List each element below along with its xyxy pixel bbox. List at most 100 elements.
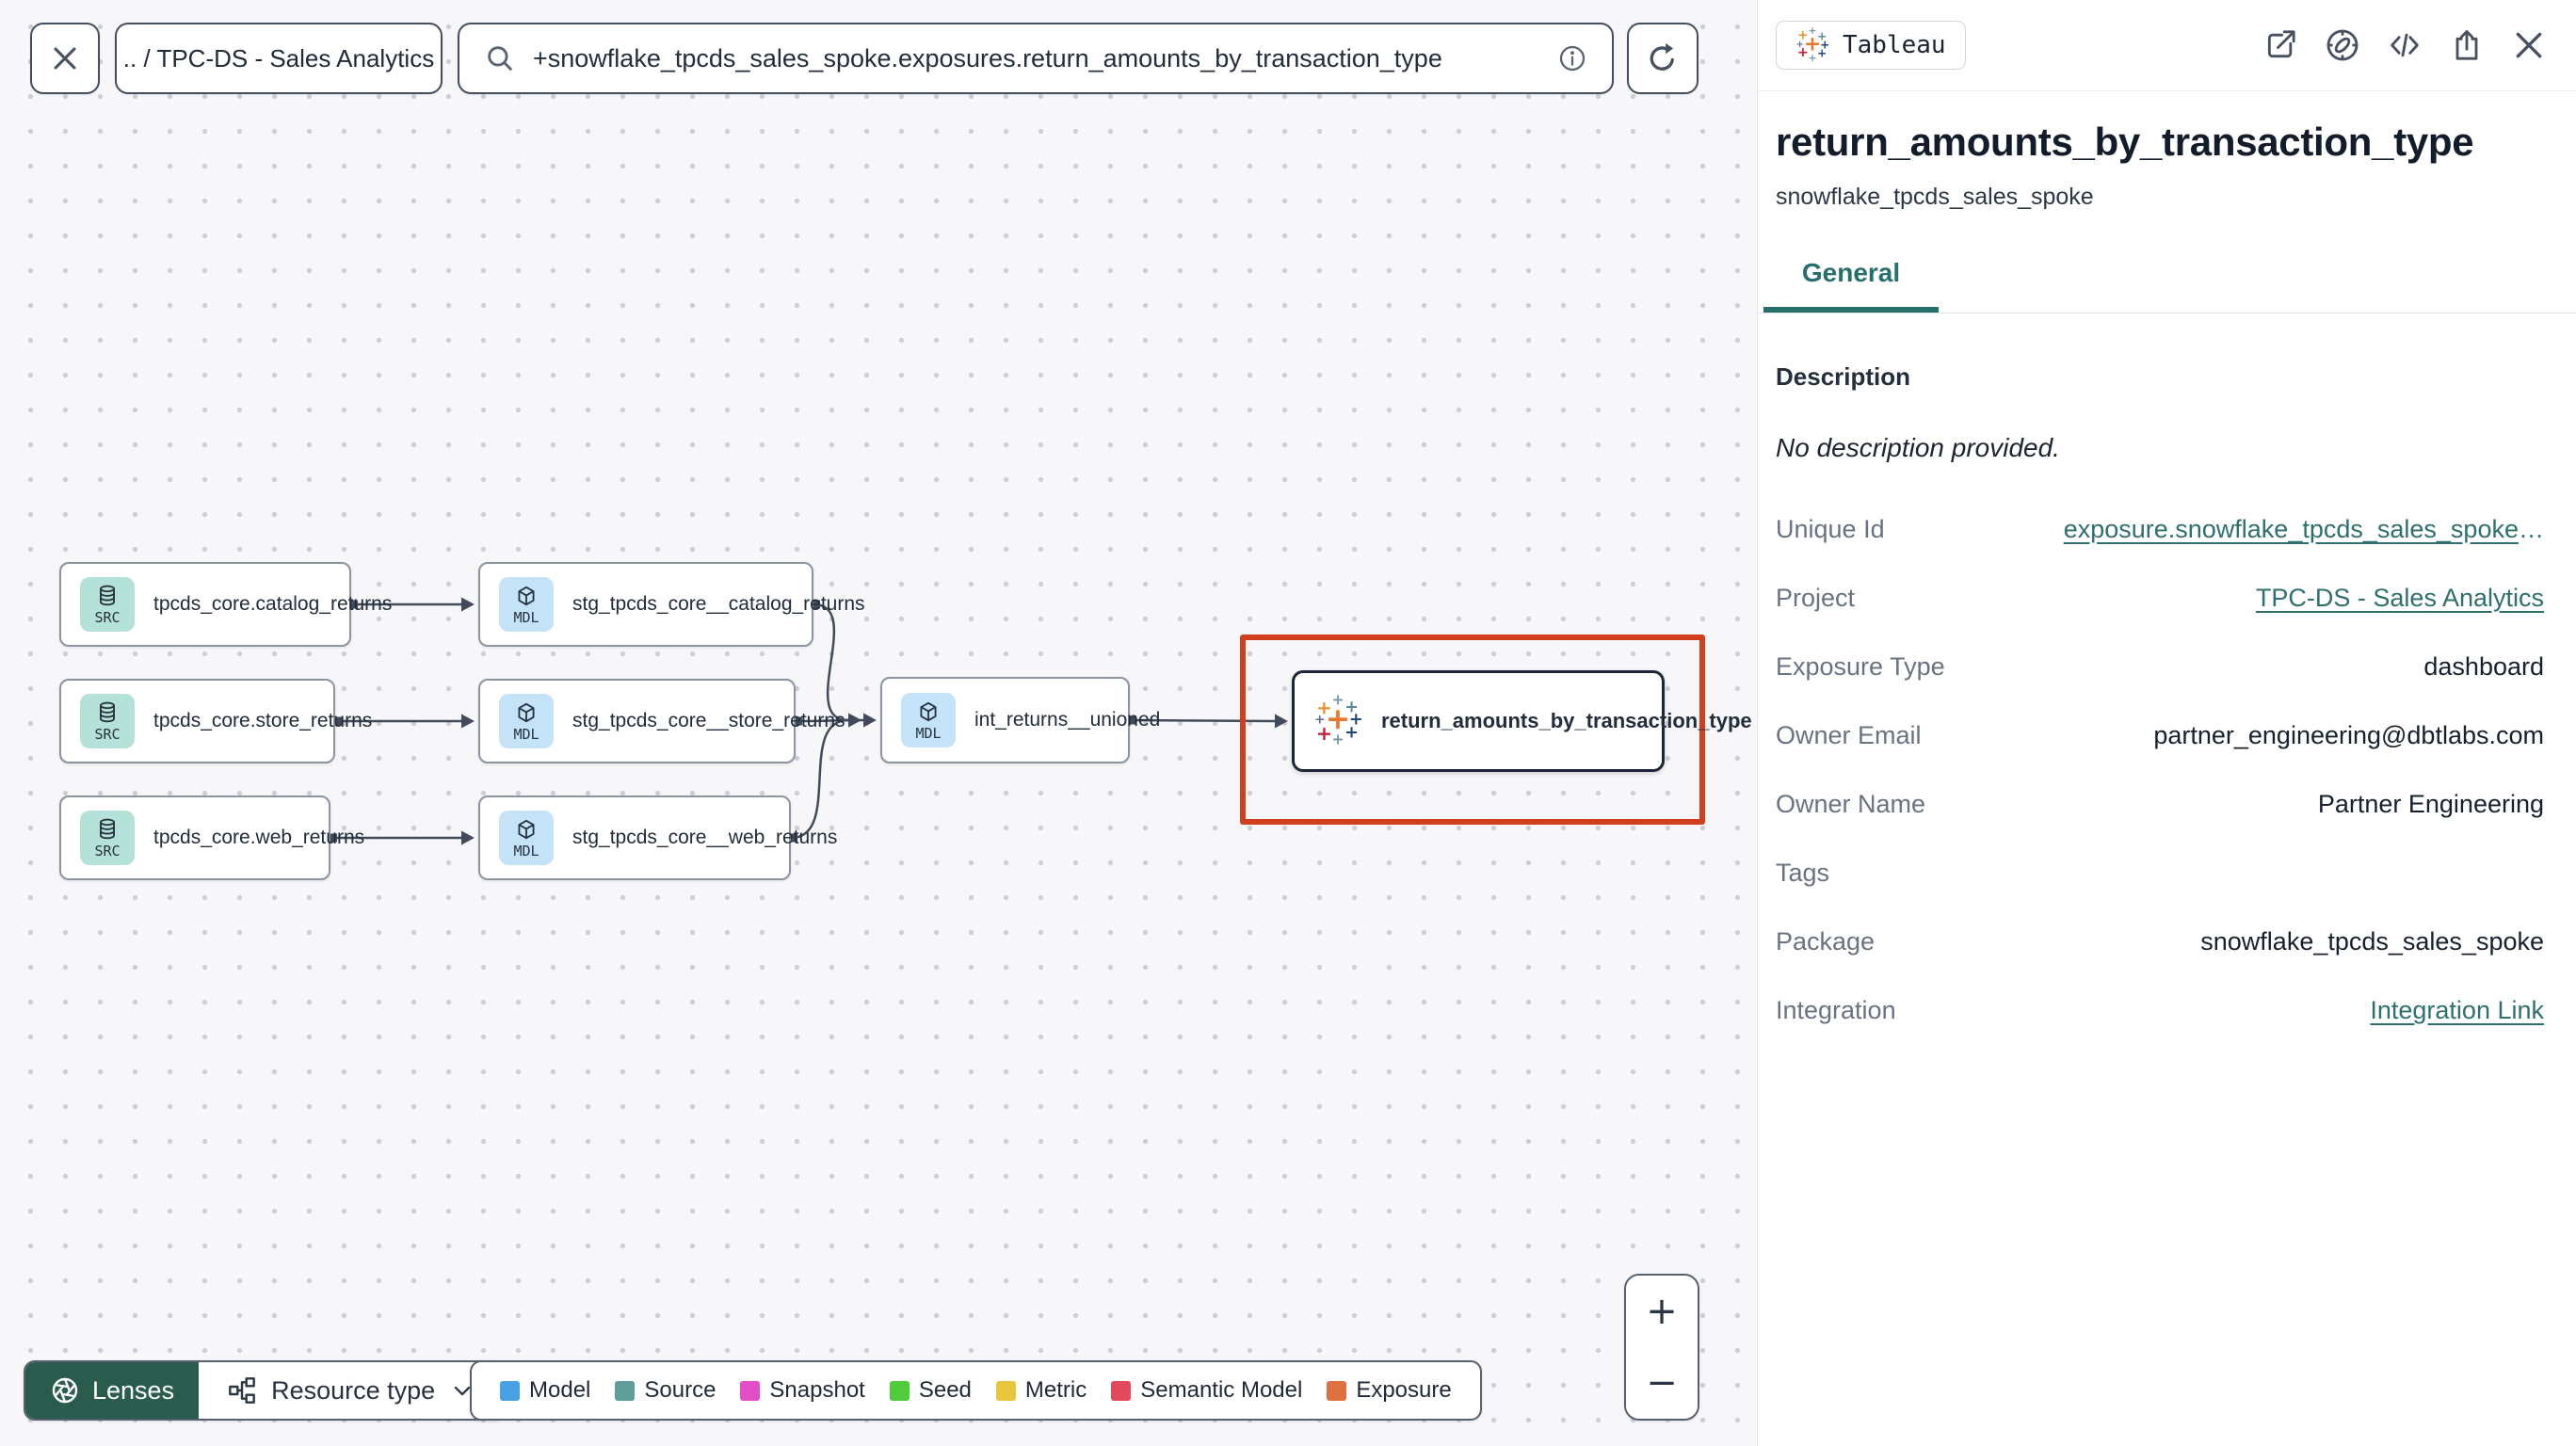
- dbt-explorer-app: SRC tpcds_core.catalog_returns SRC tpcds_co…: [0, 0, 2576, 1446]
- zoom-out-button[interactable]: −: [1626, 1347, 1698, 1419]
- source-badge-icon: SRC: [80, 577, 135, 632]
- integration-badge[interactable]: + + + + + + + + + Tableau: [1776, 21, 1966, 70]
- refresh-lineage-button[interactable]: [1627, 23, 1699, 94]
- field-row-exposure-type: Exposure Type dashboard: [1776, 633, 2544, 701]
- model-badge-icon: MDL: [901, 693, 956, 747]
- refresh-icon: [1650, 42, 1674, 71]
- field-value: snowflake_tpcds_sales_spoke: [2200, 927, 2544, 956]
- field-value-link[interactable]: TPC-DS - Sales Analytics: [2256, 584, 2544, 613]
- lineage-node-stg_catalog[interactable]: MDL stg_tpcds_core__catalog_returns: [478, 562, 865, 647]
- field-label: Project: [1776, 584, 1856, 612]
- resource-type-label: Resource type: [271, 1375, 436, 1405]
- field-value-link[interactable]: exposure.snowflake_tpcds_sales_spoke: [2064, 515, 2519, 543]
- zoom-control: + −: [1624, 1274, 1699, 1421]
- field-label: Exposure Type: [1776, 652, 1945, 681]
- legend-item-semantic-model: Semantic Model: [1111, 1377, 1302, 1404]
- lineage-node-src_catalog[interactable]: SRC tpcds_core.catalog_returns: [59, 562, 392, 647]
- field-label: Package: [1776, 927, 1876, 956]
- close-icon: [2516, 32, 2542, 58]
- lineage-node-stg_web[interactable]: MDL stg_tpcds_core__web_returns: [478, 795, 837, 880]
- lineage-node-src_web[interactable]: SRC tpcds_core.web_returns: [59, 795, 364, 880]
- lenses-label: Lenses: [92, 1375, 175, 1405]
- package-subtitle: snowflake_tpcds_sales_spoke: [1776, 184, 2094, 210]
- resource-type-dropdown[interactable]: Resource type: [199, 1362, 505, 1419]
- field-value-link[interactable]: Integration Link: [2370, 996, 2544, 1025]
- legend-label: Exposure: [1356, 1377, 1452, 1403]
- legend-item-source: Source: [615, 1377, 716, 1404]
- lineage-node-exposure[interactable]: + + + + + + + + + return_amounts_by_transaction_t…: [1292, 670, 1752, 772]
- field-value: dashboard: [2423, 652, 2544, 681]
- close-panel-button[interactable]: [2510, 26, 2548, 64]
- legend-label: Model: [529, 1377, 591, 1403]
- lineage-node-src_store[interactable]: SRC tpcds_core.store_returns: [59, 679, 372, 763]
- fields-list: Unique Id exposure.snowflake_tpcds_sales_…: [1776, 495, 2544, 1045]
- source-badge-icon: SRC: [80, 694, 135, 748]
- compass-icon: [2326, 29, 2359, 61]
- legend-item-exposure: Exposure: [1327, 1377, 1452, 1404]
- lineage-canvas[interactable]: SRC tpcds_core.catalog_returns SRC tpcds_co…: [0, 0, 1757, 1446]
- legend-swatch: [889, 1380, 910, 1401]
- model-badge-icon: MDL: [499, 577, 554, 632]
- zoom-in-button[interactable]: +: [1626, 1276, 1698, 1347]
- node-label: return_amounts_by_transaction_type: [1381, 709, 1752, 732]
- search-icon: [488, 46, 512, 71]
- field-label: Integration: [1776, 996, 1896, 1024]
- close-lineage-button[interactable]: [30, 23, 100, 94]
- legend-label: Source: [644, 1377, 716, 1403]
- field-value: Partner Engineering: [2317, 790, 2544, 818]
- field-row-owner-email: Owner Email partner_engineering@dbtlabs.c…: [1776, 701, 2544, 770]
- field-label: Tags: [1776, 859, 1830, 887]
- legend-swatch: [1327, 1380, 1347, 1401]
- field-row-integration: Integration Integration Link: [1776, 976, 2544, 1045]
- search-input[interactable]: [533, 43, 1540, 73]
- lineage-node-int_unioned[interactable]: MDL int_returns__unioned: [880, 677, 1160, 763]
- legend-item-metric: Metric: [995, 1377, 1087, 1404]
- legend-swatch: [500, 1380, 520, 1401]
- integration-badge-label: Tableau: [1843, 31, 1946, 59]
- node-label: tpcds_core.catalog_returns: [153, 593, 393, 615]
- legend-swatch: [995, 1380, 1016, 1401]
- resource-detail-panel: + + + + + + + + + Tableau return_amounts…: [1757, 0, 2576, 1446]
- breadcrumb-label: .. / TPC-DS - Sales Analytics: [122, 43, 435, 72]
- sitemap-icon: [229, 1377, 255, 1404]
- title-block: return_amounts_by_transaction_type snowf…: [1758, 91, 2576, 211]
- field-label: Owner Email: [1776, 721, 1922, 749]
- code-icon: [2391, 33, 2419, 57]
- field-label: Owner Name: [1776, 790, 1926, 818]
- explore-button[interactable]: [2324, 26, 2361, 64]
- lineage-node-stg_store[interactable]: MDL stg_tpcds_core__store_returns: [478, 679, 845, 763]
- page-title: return_amounts_by_transaction_type: [1776, 120, 2474, 164]
- panel-actions: [2262, 26, 2548, 64]
- panel-header: + + + + + + + + + Tableau: [1758, 0, 2576, 91]
- node-label: stg_tpcds_core__web_returns: [572, 827, 838, 848]
- legend-label: Seed: [918, 1377, 972, 1403]
- node-label: stg_tpcds_core__store_returns: [572, 710, 845, 731]
- share-button[interactable]: [2448, 26, 2486, 64]
- field-value: exposure.snowflake_tpcds_sales_spoke…: [2064, 515, 2544, 544]
- resource-legend: Model Source Snapshot Seed Metric Semantic Mo…: [470, 1360, 1482, 1421]
- field-row-tags: Tags: [1776, 839, 2544, 908]
- model-badge-icon: MDL: [499, 694, 554, 748]
- legend-swatch: [1111, 1380, 1132, 1401]
- info-icon[interactable]: [1557, 43, 1587, 73]
- source-badge-icon: SRC: [80, 811, 135, 865]
- legend-swatch: [615, 1380, 636, 1401]
- code-button[interactable]: [2386, 26, 2423, 64]
- field-value: partner_engineering@dbtlabs.com: [2153, 721, 2544, 749]
- aperture-icon: [52, 1377, 78, 1404]
- tab-general[interactable]: General: [1763, 258, 1939, 313]
- field-row-project: Project TPC-DS - Sales Analytics: [1776, 564, 2544, 633]
- legend-item-snapshot: Snapshot: [740, 1377, 865, 1404]
- node-label: int_returns__unioned: [974, 709, 1161, 731]
- model-badge-icon: MDL: [499, 811, 554, 865]
- search-bar[interactable]: [458, 23, 1614, 94]
- node-label: tpcds_core.web_returns: [153, 827, 365, 848]
- open-external-button[interactable]: [2262, 26, 2299, 64]
- breadcrumb[interactable]: .. / TPC-DS - Sales Analytics: [115, 23, 443, 94]
- legend-label: Metric: [1024, 1377, 1087, 1403]
- lenses-button[interactable]: Lenses: [25, 1362, 200, 1419]
- legend-swatch: [740, 1380, 761, 1401]
- node-label: stg_tpcds_core__catalog_returns: [572, 593, 865, 615]
- share-icon: [2455, 30, 2478, 60]
- legend-item-seed: Seed: [889, 1377, 972, 1404]
